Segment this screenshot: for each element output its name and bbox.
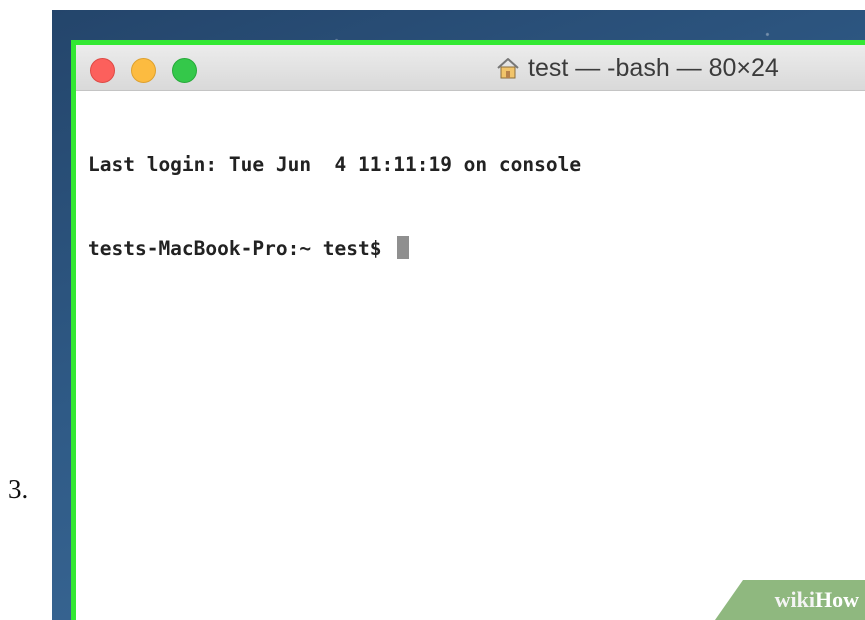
zoom-button[interactable] — [172, 58, 197, 83]
terminal-window: test — -bash — 80×24 Last login: Tue Jun… — [76, 45, 865, 620]
prompt-line[interactable]: tests-MacBook-Pro:~ test$ — [88, 235, 581, 263]
screenshot: test — -bash — 80×24 Last login: Tue Jun… — [52, 10, 865, 620]
title-bar[interactable]: test — -bash — 80×24 — [76, 45, 865, 91]
close-button[interactable] — [90, 58, 115, 83]
watermark-wiki: wiki — [774, 587, 815, 612]
terminal-output[interactable]: Last login: Tue Jun 4 11:11:19 on consol… — [88, 95, 581, 319]
window-title-text: test — -bash — 80×24 — [528, 53, 779, 82]
window-title: test — -bash — 80×24 — [496, 53, 779, 83]
minimize-button[interactable] — [131, 58, 156, 83]
home-icon — [497, 58, 519, 79]
watermark-how: How — [815, 587, 859, 612]
prompt-text: tests-MacBook-Pro:~ test$ — [88, 237, 394, 260]
last-login-line: Last login: Tue Jun 4 11:11:19 on consol… — [88, 153, 582, 176]
step-number: 3. — [8, 474, 29, 504]
cursor — [397, 236, 410, 259]
